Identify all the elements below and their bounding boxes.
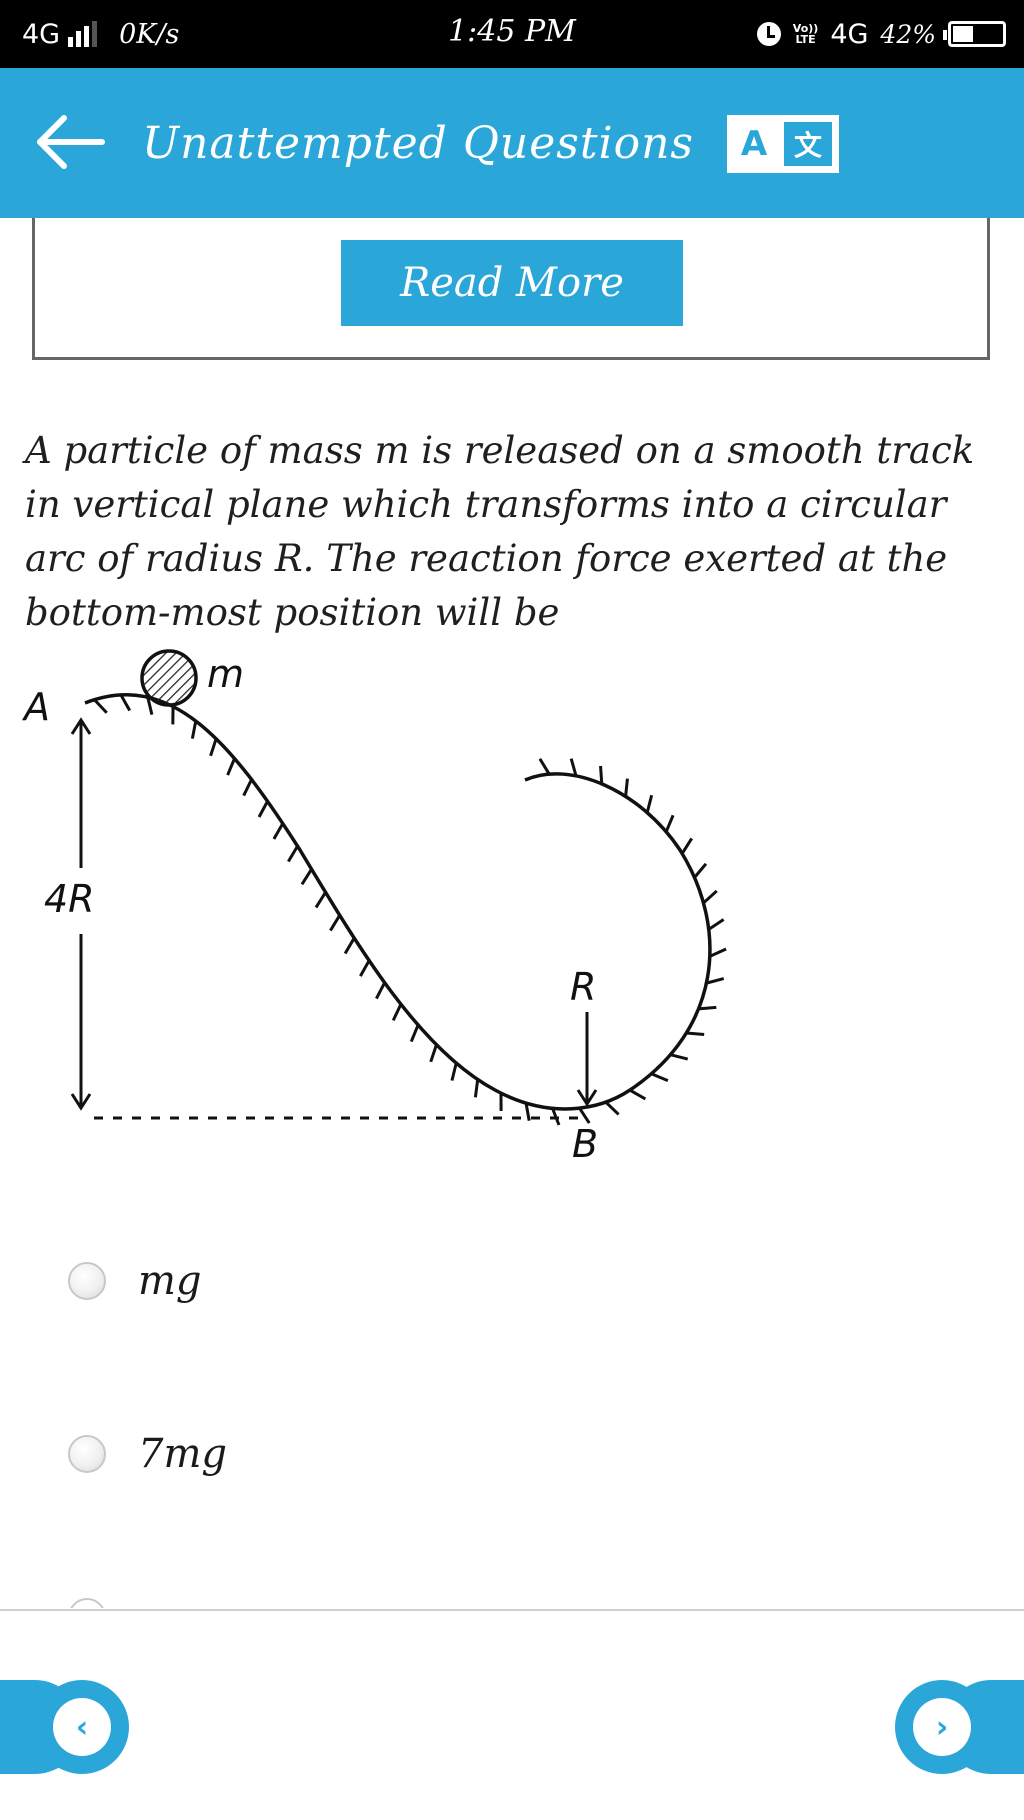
- volte-icon: Vo)) LTE: [792, 22, 819, 46]
- app-header: Unattempted Questions A 文: [0, 68, 1024, 218]
- hatch-mark: [93, 698, 108, 714]
- hatch-mark: [391, 1003, 403, 1022]
- hatch-mark: [702, 889, 718, 905]
- label-height: 4R: [44, 877, 95, 921]
- hatch-mark: [670, 1053, 689, 1061]
- hatch-mark: [343, 937, 356, 955]
- question-text: A particle of mass m is released on a sm…: [25, 429, 975, 634]
- network-type-right: 4G: [830, 18, 869, 50]
- back-arrow-icon[interactable]: [34, 114, 106, 170]
- particle-mass: [140, 649, 198, 707]
- hatch-mark: [473, 1079, 480, 1098]
- label-b: B: [572, 1122, 598, 1166]
- hatch-mark: [409, 1024, 420, 1043]
- option-2-radio[interactable]: [68, 1435, 106, 1473]
- translate-icon-chinese: 文: [784, 122, 832, 166]
- hatch-mark: [599, 765, 604, 784]
- translate-button[interactable]: A 文: [727, 115, 839, 173]
- hatch-mark: [257, 800, 269, 818]
- chevron-right-icon: ›: [913, 1698, 971, 1756]
- hatch-mark: [450, 1062, 458, 1081]
- prev-question-button[interactable]: ‹: [35, 1680, 129, 1774]
- hatch-mark: [300, 868, 313, 886]
- hatch-mark: [329, 914, 341, 932]
- hatch-mark: [375, 981, 386, 1000]
- hatch-mark: [359, 959, 371, 977]
- label-mass: m: [207, 652, 244, 696]
- translate-icon-latin: A: [740, 124, 768, 164]
- option-1-radio[interactable]: [68, 1262, 106, 1300]
- hatch-mark: [538, 758, 551, 775]
- hatch-mark: [209, 738, 218, 757]
- next-question-button[interactable]: ›: [895, 1680, 989, 1774]
- battery-icon: [943, 21, 1006, 47]
- hatch-mark: [680, 837, 694, 855]
- hatch-mark: [650, 1072, 669, 1082]
- track-curve: [84, 693, 712, 1111]
- hatch-mark: [664, 814, 675, 833]
- alarm-icon: [756, 22, 781, 46]
- option-2-label: 7mg: [138, 1431, 227, 1477]
- hatch-mark: [624, 778, 629, 797]
- hatch-mark: [190, 720, 198, 739]
- option-3-radio-partial[interactable]: [68, 1598, 106, 1608]
- hatch-mark: [578, 1107, 591, 1124]
- hatch-mark: [693, 862, 708, 879]
- hatch-mark: [569, 758, 578, 777]
- hatch-mark: [698, 1005, 717, 1011]
- battery-fill: [953, 26, 973, 42]
- hatch-mark: [604, 1100, 620, 1116]
- hatch-mark: [707, 918, 725, 931]
- track-diagram: m A 4R R B: [21, 649, 727, 1166]
- hatch-mark: [314, 891, 327, 909]
- hatch-mark: [706, 977, 725, 985]
- hatch-mark: [272, 822, 285, 840]
- hatch-mark: [287, 845, 299, 863]
- read-more-button[interactable]: Read More: [341, 240, 683, 326]
- label-radius: R: [570, 965, 596, 1009]
- hatch-mark: [226, 757, 236, 776]
- option-1[interactable]: mg: [68, 1251, 202, 1311]
- battery-percent: 42%: [880, 19, 936, 49]
- track-hatching: [93, 694, 727, 1126]
- footer-divider: [0, 1609, 1024, 1611]
- var-r: R: [274, 537, 303, 580]
- var-m: m: [374, 429, 410, 472]
- hatch-mark: [119, 694, 132, 712]
- status-right: Vo)) LTE 4G 42%: [756, 12, 1006, 56]
- hatch-mark: [645, 794, 654, 814]
- hatch-mark: [429, 1044, 438, 1063]
- page-title: Unattempted Questions: [142, 118, 695, 169]
- hatch-mark: [709, 947, 727, 958]
- option-2[interactable]: 7mg: [68, 1424, 227, 1484]
- hatch-mark: [629, 1088, 647, 1101]
- option-1-label: mg: [138, 1258, 202, 1304]
- hatch-mark: [242, 778, 253, 797]
- hatch-mark: [686, 1031, 705, 1036]
- track: [84, 693, 712, 1111]
- status-bar: 4G 0K/s 1:45 PM Vo)) LTE 4G 42%: [0, 0, 1024, 68]
- chevron-left-icon: ‹: [53, 1698, 111, 1756]
- label-a: A: [21, 685, 50, 729]
